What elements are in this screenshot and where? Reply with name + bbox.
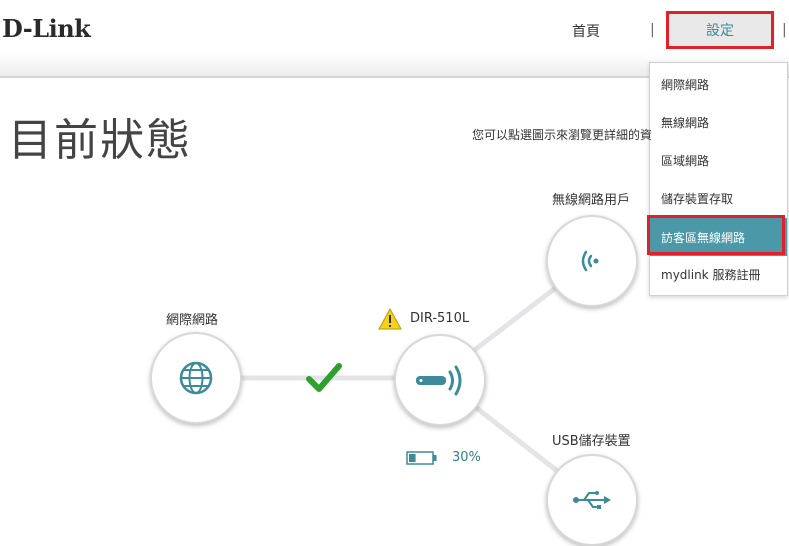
internet-node[interactable] — [150, 332, 242, 424]
wireless-clients-node[interactable] — [546, 215, 638, 307]
battery-icon — [406, 451, 437, 465]
internet-label: 網際網路 — [166, 313, 219, 328]
router-icon — [416, 365, 462, 396]
wireless-clients-label: 無線網路用戶 — [552, 193, 631, 208]
connection-lines — [196, 258, 594, 500]
battery-fill — [409, 454, 416, 462]
wifi-signal-icon — [581, 250, 599, 272]
router-label: DIR-510L — [410, 311, 470, 326]
usb-icon — [573, 491, 611, 509]
warning-icon — [378, 308, 402, 330]
globe-icon — [179, 361, 213, 395]
router-node[interactable] — [394, 334, 486, 426]
checkmark-icon — [306, 363, 342, 392]
battery-percent: 30% — [452, 450, 481, 465]
usb-storage-node[interactable] — [546, 454, 638, 546]
usb-storage-label: USB儲存裝置 — [552, 434, 631, 449]
